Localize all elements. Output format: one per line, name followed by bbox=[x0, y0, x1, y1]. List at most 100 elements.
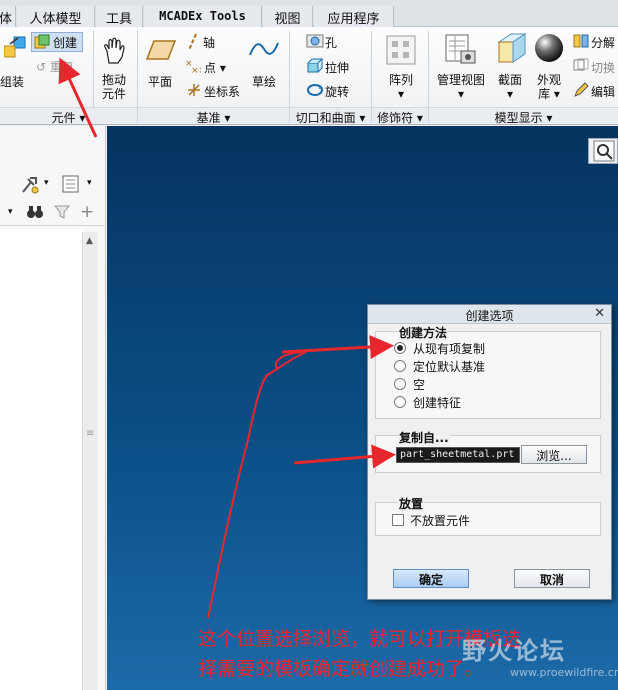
plane-label[interactable]: 平面 bbox=[148, 73, 172, 90]
edit-icon[interactable] bbox=[573, 82, 589, 101]
edit-label[interactable]: 编辑 bbox=[591, 83, 615, 100]
radio-button[interactable] bbox=[394, 396, 406, 408]
show-dropdown-icon[interactable]: ▾ bbox=[87, 178, 92, 188]
show-list-icon[interactable] bbox=[62, 175, 80, 196]
close-icon[interactable]: ✕ bbox=[594, 306, 605, 321]
binoculars-icon[interactable] bbox=[26, 204, 44, 223]
toggle-label[interactable]: 切换 bbox=[591, 59, 615, 76]
revolve-icon[interactable] bbox=[306, 82, 324, 101]
repeat-label: 重复 bbox=[49, 60, 74, 74]
dialog-title: 创建选项 bbox=[368, 305, 611, 324]
browse-button[interactable]: 浏览... bbox=[521, 445, 587, 464]
no-place-label: 不放置元件 bbox=[410, 514, 471, 528]
filter-dropdown-icon[interactable]: ▾ bbox=[8, 207, 13, 217]
pattern-icon[interactable] bbox=[386, 35, 416, 68]
toggle-icon[interactable] bbox=[573, 58, 589, 75]
point-icon[interactable]: ××× bbox=[185, 58, 206, 77]
extrude-label[interactable]: 拉伸 bbox=[325, 59, 349, 76]
scroll-up-icon[interactable]: ▲ bbox=[86, 236, 93, 246]
tab-human-model[interactable]: 人体模型 bbox=[17, 6, 95, 27]
tab-tools[interactable]: 工具 bbox=[96, 6, 143, 27]
radio-button[interactable] bbox=[394, 378, 406, 390]
manage-views-button[interactable]: 管理视图 ▾ bbox=[434, 73, 488, 101]
settings-tools-icon[interactable] bbox=[20, 176, 40, 197]
ok-button[interactable]: 确定 bbox=[393, 569, 469, 588]
section-dropdown-icon: ▾ bbox=[506, 87, 514, 101]
group-component[interactable]: 元件 ▾ bbox=[0, 107, 137, 125]
drag-hand-icon[interactable] bbox=[101, 37, 127, 68]
group-cut-surface[interactable]: 切口和曲面 ▾ bbox=[290, 107, 371, 125]
repeat-button[interactable]: ↺ 重复 bbox=[36, 58, 74, 75]
copy-from-field[interactable]: part_sheetmetal.prt bbox=[396, 447, 520, 463]
settings-dropdown-icon[interactable]: ▾ bbox=[44, 178, 49, 188]
assemble-icon[interactable] bbox=[3, 35, 28, 62]
section-icon[interactable] bbox=[495, 32, 527, 67]
create-icon bbox=[34, 34, 50, 49]
csys-icon[interactable] bbox=[186, 82, 202, 101]
tab-applications[interactable]: 应用程序 bbox=[314, 6, 394, 27]
manage-views-label: 管理视图 bbox=[436, 73, 485, 87]
appearance-label-2: 库 ▾ bbox=[538, 87, 560, 101]
group-modifier[interactable]: 修饰符 ▾ bbox=[372, 107, 428, 125]
tab-mcadex-tools[interactable]: MCADEx Tools bbox=[144, 6, 262, 27]
funnel-filter-icon[interactable] bbox=[53, 204, 71, 223]
watermark-url: www.proewildfire.cn bbox=[510, 666, 618, 679]
axis-icon[interactable] bbox=[186, 33, 200, 54]
group-datum[interactable]: 基准 ▾ bbox=[138, 107, 289, 125]
assemble-label[interactable]: 组装 bbox=[0, 73, 24, 90]
watermark-logo: 野火论坛 bbox=[462, 637, 566, 665]
radio-button[interactable] bbox=[394, 360, 406, 372]
create-options-dialog: 创建选项 ✕ 创建方法 从现有项复制 定位默认基准 空 创建特征 复制自... … bbox=[367, 304, 612, 600]
manage-views-dropdown-icon: ▾ bbox=[457, 87, 465, 101]
pattern-button[interactable]: 阵列 ▾ bbox=[386, 73, 416, 101]
repeat-icon: ↺ bbox=[36, 60, 47, 74]
radio-button-selected[interactable] bbox=[394, 342, 406, 354]
extrude-icon[interactable] bbox=[306, 58, 324, 77]
pattern-label: 阵列 bbox=[388, 73, 413, 87]
group-model-display[interactable]: 模型显示 ▾ bbox=[429, 107, 618, 125]
sketch-label[interactable]: 草绘 bbox=[252, 73, 276, 90]
ribbon-tab-bar: 体 人体模型 工具 MCADEx Tools 视图 应用程序 bbox=[0, 0, 618, 27]
method-group bbox=[375, 331, 601, 419]
revolve-label[interactable]: 旋转 bbox=[325, 83, 349, 100]
hole-label[interactable]: 孔 bbox=[325, 34, 337, 51]
placement-legend: 放置 bbox=[398, 495, 425, 512]
model-tree-panel: ▾ ▾ ▾ + ▲ ≡ bbox=[0, 126, 106, 690]
drag-label-2: 元件 bbox=[101, 87, 126, 101]
zoom-view-button[interactable] bbox=[588, 138, 618, 164]
explode-label[interactable]: 分解 bbox=[591, 34, 615, 51]
tab-partial[interactable]: 体 bbox=[0, 6, 16, 27]
point-label[interactable]: 点 ▾ bbox=[204, 59, 226, 76]
copy-from-legend: 复制自... bbox=[398, 429, 450, 446]
tab-view[interactable]: 视图 bbox=[263, 6, 313, 27]
drag-component-button[interactable]: 拖动 元件 bbox=[98, 73, 130, 101]
plane-icon[interactable] bbox=[145, 39, 177, 64]
explode-icon[interactable] bbox=[573, 34, 589, 51]
cancel-button[interactable]: 取消 bbox=[514, 569, 590, 588]
create-label: 创建 bbox=[53, 36, 78, 50]
annotation-line-2: 择需要的模板确定就创建成功了。 bbox=[198, 658, 484, 680]
axis-label[interactable]: 轴 bbox=[203, 34, 215, 51]
sketch-icon[interactable] bbox=[248, 37, 280, 64]
appearance-label-1: 外观 bbox=[536, 73, 561, 87]
tree-toolbar: ▾ ▾ bbox=[0, 170, 106, 198]
scroll-grip-icon[interactable]: ≡ bbox=[86, 428, 94, 439]
appearance-sphere-icon[interactable] bbox=[533, 32, 565, 67]
zoom-icon bbox=[593, 140, 615, 162]
manage-views-icon[interactable] bbox=[444, 33, 476, 68]
model-tree[interactable] bbox=[0, 229, 84, 690]
hole-icon[interactable] bbox=[306, 34, 324, 51]
section-label: 截面 bbox=[497, 73, 522, 87]
drag-label-1: 拖动 bbox=[101, 73, 126, 87]
appearance-library-button[interactable]: 外观 库 ▾ bbox=[534, 73, 564, 101]
tree-scrollbar[interactable]: ▲ ≡ bbox=[82, 232, 98, 690]
create-button[interactable]: 创建 bbox=[31, 32, 83, 52]
svg-text:××: ×× bbox=[191, 66, 201, 74]
tree-filter-toolbar: ▾ + bbox=[0, 200, 106, 226]
no-place-checkbox[interactable] bbox=[392, 514, 404, 526]
section-button[interactable]: 截面 ▾ bbox=[496, 73, 524, 101]
method-legend: 创建方法 bbox=[398, 324, 449, 341]
csys-label[interactable]: 坐标系 bbox=[204, 83, 240, 100]
add-icon[interactable]: + bbox=[80, 202, 94, 222]
ribbon: 组装 创建 ↺ 重复 拖动 元件 元件 ▾ 平面 轴 ××× 点 ▾ 坐标系 草… bbox=[0, 27, 618, 125]
